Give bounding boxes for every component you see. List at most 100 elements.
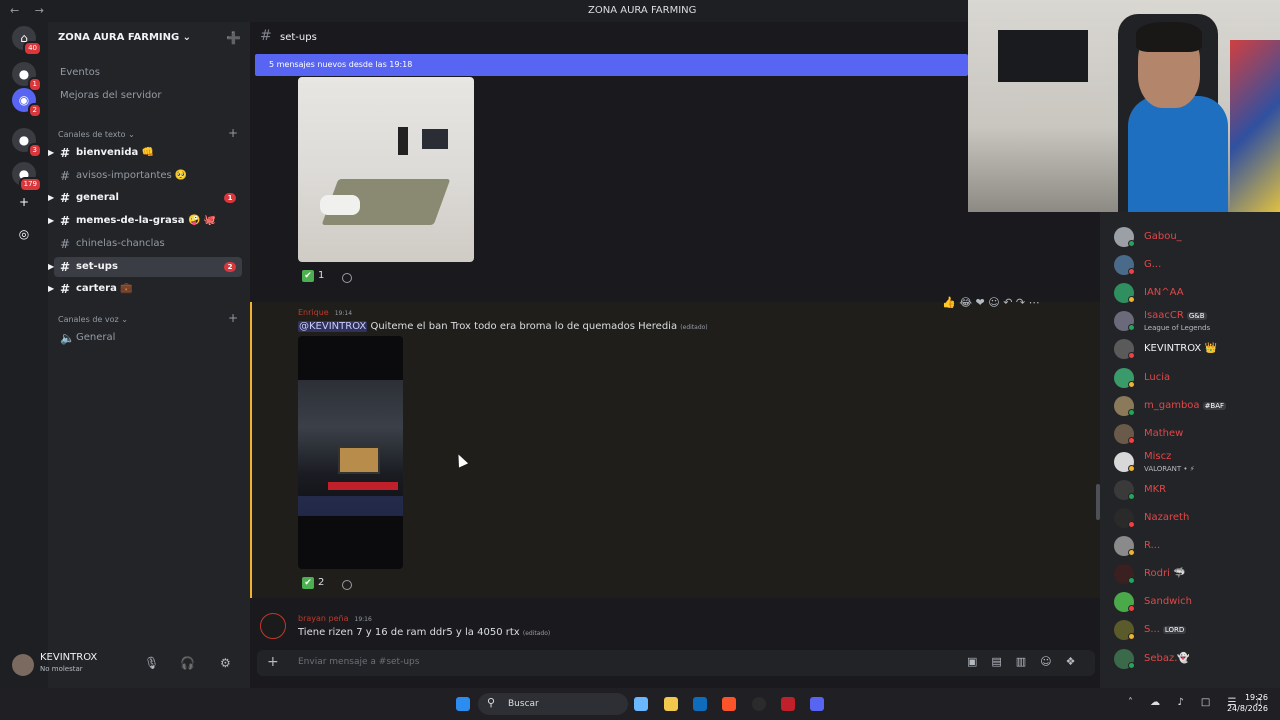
- clan-tag: LORD: [1162, 626, 1187, 635]
- member-item[interactable]: S... LORD: [1114, 619, 1278, 641]
- add-server-icon[interactable]: +: [12, 190, 36, 214]
- store-icon[interactable]: [693, 697, 707, 711]
- channel-label: bienvenida 👊: [76, 147, 155, 158]
- voice-channel-general[interactable]: 🔈 General: [54, 328, 242, 348]
- presence-status-icon: [1128, 408, 1135, 416]
- person-shirt-shape: [1128, 96, 1228, 212]
- file-explorer-icon[interactable]: [664, 697, 678, 711]
- user-mention[interactable]: @KEVINTROX: [298, 321, 368, 332]
- channel-item[interactable]: ▶ # cartera 💼: [48, 279, 242, 299]
- member-item[interactable]: R...: [1114, 535, 1278, 557]
- unread-indicator: ▶: [48, 193, 55, 203]
- member-item[interactable]: MKR: [1114, 479, 1278, 501]
- member-item[interactable]: m_gamboa #BAF: [1114, 395, 1278, 417]
- channel-item[interactable]: # chinelas-chanclas: [54, 234, 242, 254]
- server-avatar-icon[interactable]: ● 3: [12, 128, 42, 158]
- mention-count-badge: 2: [224, 261, 236, 272]
- reaction-check[interactable]: ✔ 2: [302, 577, 324, 595]
- member-item[interactable]: IsaacCR G&B League of Legends: [1114, 310, 1278, 332]
- headphones-icon[interactable]: 🎧: [180, 656, 195, 670]
- add-voice-channel-icon[interactable]: +: [228, 311, 238, 325]
- add-reaction-icon[interactable]: [342, 273, 352, 283]
- discord-server-icon[interactable]: ◉ 2: [12, 88, 42, 118]
- server-boosts-link[interactable]: Mejoras del servidor: [60, 90, 162, 101]
- text-channels-category[interactable]: Canales de texto ⌄: [58, 130, 135, 139]
- member-item[interactable]: Gabou_: [1114, 226, 1278, 248]
- taskbar-clock[interactable]: 19:26 24/8/2026: [1226, 692, 1268, 714]
- message-author[interactable]: brayan peña 19:16: [298, 614, 372, 623]
- presence-status-icon: [1128, 436, 1135, 444]
- hash-icon: #: [60, 146, 71, 160]
- desk-surface: [298, 496, 403, 516]
- member-name: Miscz: [1144, 450, 1172, 462]
- taskbar-search[interactable]: Buscar: [478, 693, 628, 715]
- setup-image-attachment[interactable]: [298, 77, 474, 262]
- user-avatar[interactable]: [12, 654, 34, 676]
- history-nav-icon[interactable]: ← →: [10, 4, 50, 17]
- channel-item[interactable]: ▶ # memes-de-la-grasa 🤪 🐙: [48, 211, 242, 231]
- member-item[interactable]: IAN^AA: [1114, 282, 1278, 304]
- setup-video-attachment[interactable]: [298, 336, 403, 569]
- user-name[interactable]: KEVINTROX: [40, 652, 97, 663]
- microphone-icon[interactable]: 🎙: [144, 656, 159, 670]
- server-name[interactable]: ZONA AURA FARMING ⌄: [58, 32, 191, 43]
- pc-tower-shape: [398, 127, 408, 155]
- poster-shape: [1230, 40, 1280, 212]
- windows-start-icon[interactable]: [456, 697, 470, 711]
- member-item[interactable]: Lucia: [1114, 367, 1278, 389]
- author-avatar[interactable]: [260, 613, 286, 639]
- new-messages-bar[interactable]: 5 mensajes nuevos desde las 19:18: [255, 54, 968, 76]
- add-reaction-icon[interactable]: [342, 580, 352, 590]
- unread-indicator: ▶: [48, 148, 55, 157]
- member-item[interactable]: Miscz VALORANT • ⚡: [1114, 451, 1278, 473]
- app-icon[interactable]: [781, 697, 795, 711]
- channel-item[interactable]: ▶ # set-ups 2: [48, 256, 242, 277]
- presence-status-icon: [1128, 464, 1135, 472]
- attach-plus-icon[interactable]: +: [267, 654, 279, 670]
- settings-gear-icon[interactable]: ⚙: [220, 656, 231, 670]
- reaction-check[interactable]: ✔ 1: [302, 270, 324, 288]
- composer-tools-icons[interactable]: ▣▤▥☺❖: [967, 655, 1090, 668]
- channel-item[interactable]: ▶ # bienvenida 👊: [48, 143, 242, 163]
- member-item[interactable]: G...: [1114, 254, 1278, 276]
- presence-status-icon: [1128, 380, 1135, 388]
- mention-count-badge: 1: [224, 193, 236, 204]
- member-item[interactable]: KEVINTROX 👑: [1114, 338, 1278, 360]
- server-badge: 2: [27, 103, 42, 118]
- discord-taskbar-icon[interactable]: [810, 697, 824, 711]
- member-item[interactable]: Sebaz.👻: [1114, 648, 1278, 670]
- presence-status-icon: [1128, 549, 1135, 557]
- presence-status-icon: [1128, 352, 1135, 360]
- desk-led-strip: [328, 482, 398, 490]
- copilot-icon[interactable]: [634, 697, 648, 711]
- voice-channels-category[interactable]: Canales de voz ⌄: [58, 315, 128, 324]
- person-hair-shape: [1136, 22, 1202, 52]
- message-composer[interactable]: + Enviar mensaje a #set-ups ▣▤▥☺❖: [257, 650, 1095, 676]
- channel-label: general: [76, 192, 119, 204]
- message-hover-toolbar[interactable]: 👍 😂 ❤ ☺ ↶ ↷ ⋯: [942, 296, 1084, 312]
- obs-icon[interactable]: [752, 697, 766, 711]
- tv-shape: [998, 30, 1088, 82]
- message-author[interactable]: Enrique 19:14: [298, 308, 352, 317]
- channel-item[interactable]: # avisos-importantes 🥺: [54, 166, 242, 186]
- member-item[interactable]: Sandwich: [1114, 591, 1278, 613]
- add-text-channel-icon[interactable]: +: [228, 126, 238, 140]
- channel-item[interactable]: ▶ # general 1: [48, 188, 242, 208]
- window-title: ZONA AURA FARMING: [588, 5, 697, 16]
- member-item[interactable]: Rodri 🦈: [1114, 563, 1278, 585]
- brave-browser-icon[interactable]: [722, 697, 736, 711]
- member-item[interactable]: Mathew: [1114, 423, 1278, 445]
- events-link[interactable]: Eventos: [60, 67, 100, 78]
- presence-status-icon: [1128, 268, 1135, 276]
- member-name: G...: [1144, 259, 1162, 271]
- member-item[interactable]: Nazareth: [1114, 507, 1278, 529]
- discover-icon[interactable]: ◎: [12, 222, 36, 246]
- discord-home-icon[interactable]: ⌂ 40: [12, 26, 42, 56]
- server-avatar-icon[interactable]: ● 179: [12, 162, 42, 192]
- server-avatar-icon[interactable]: ● 1: [12, 62, 42, 92]
- server-rail: ⌂ 40 ● 1 ◉ 2 ● 3 ● 179 + ◎: [0, 22, 48, 688]
- presence-status-icon: [1128, 324, 1135, 332]
- member-list: Gabou_ G... IAN^AA IsaacCR G&B League of Lege…: [1100, 212, 1280, 688]
- invite-icon[interactable]: ➕: [226, 31, 241, 45]
- message-input[interactable]: Enviar mensaje a #set-ups: [298, 657, 419, 667]
